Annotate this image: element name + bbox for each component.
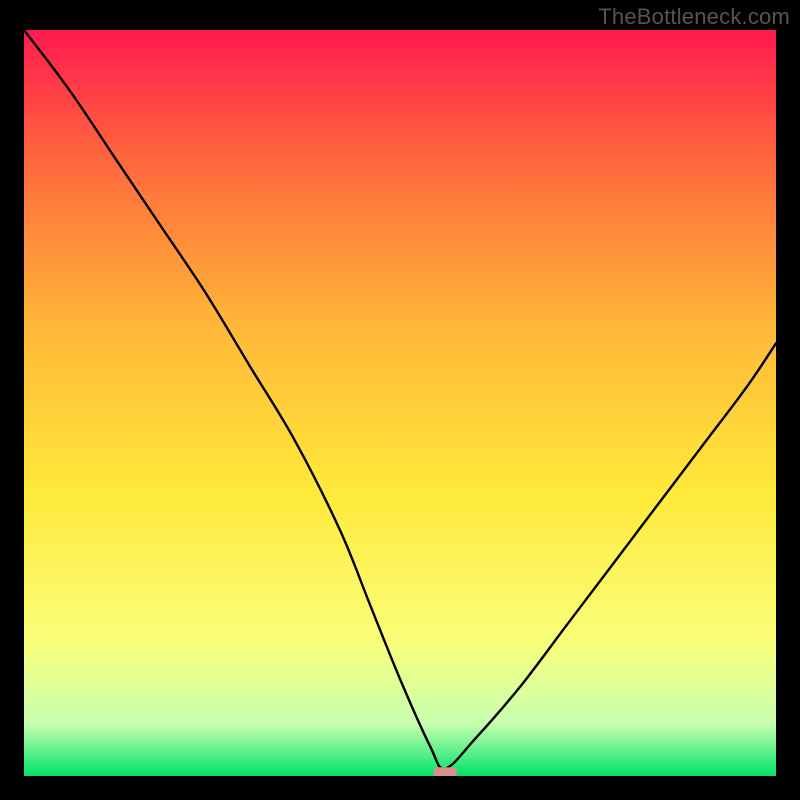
highlight-marker <box>433 767 457 776</box>
bottleneck-chart <box>24 30 776 776</box>
plot-area <box>24 30 776 776</box>
watermark-text: TheBottleneck.com <box>598 4 790 30</box>
chart-frame: TheBottleneck.com <box>0 0 800 800</box>
gradient-background <box>24 30 776 776</box>
